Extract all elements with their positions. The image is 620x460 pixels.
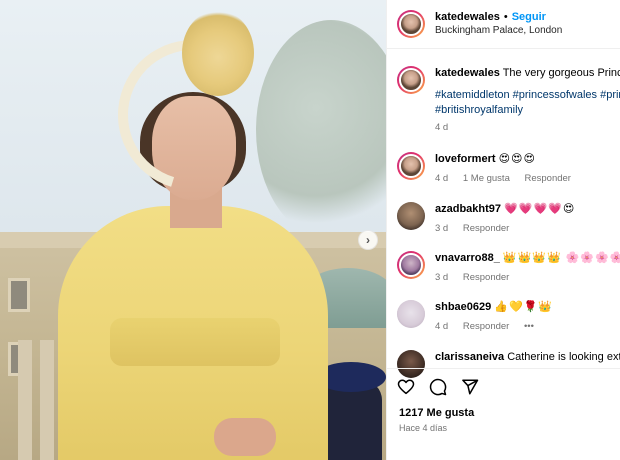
photo-column [40,340,54,460]
caption-hashtags[interactable]: #britishroyalfamily [435,103,620,118]
comment-icon[interactable] [429,378,447,396]
separator-dot: • [503,11,508,23]
comment-username[interactable]: shbae0629 [435,301,491,313]
comment-text: 💗💗💗💗😍 [504,203,576,215]
post-header: katedewales • Seguir Buckingham Palace, Lo… [397,10,620,38]
avatar[interactable] [397,202,425,230]
comment-text: 👍💛🌹👑 [494,301,554,313]
list-item: vnavarro88_ 👑👑👑👑 🌸🌸🌸🌸🌸 3 d Responder [397,251,620,283]
caption-age: 4 d [435,122,449,133]
caption-text: The very gorgeous Princess [502,67,620,79]
photo-hat-flower [182,10,254,96]
list-item: clarissaneiva Catherine is looking extre… [397,350,620,378]
post-actions [397,375,620,399]
comment-age: 3 d [435,223,449,234]
comment-username[interactable]: azadbakht97 [435,203,501,215]
avatar[interactable] [397,300,425,328]
comment-username[interactable]: vnavarro88_ [435,252,500,264]
comment-age: 4 d [435,173,449,184]
follow-button[interactable]: Seguir [512,11,546,23]
reply-button[interactable]: Responder [525,173,571,184]
post-caption: katedewales The very gorgeous Princess #… [397,66,620,133]
post-username[interactable]: katedewales [435,11,500,23]
post-side-panel: katedewales • Seguir Buckingham Palace, Lo… [386,0,620,460]
more-options-icon[interactable]: ••• [524,321,534,332]
list-item: shbae0629 👍💛🌹👑 4 d Responder ••• [397,300,620,332]
heart-icon[interactable] [397,378,415,396]
header-divider [387,48,620,49]
likes-count[interactable]: 1217 Me gusta [399,407,474,419]
comment-age: 4 d [435,321,449,332]
caption-username[interactable]: katedewales [435,67,500,79]
reply-button[interactable]: Responder [463,272,509,283]
list-item: azadbakht97 💗💗💗💗😍 3 d Responder [397,202,620,234]
comment-text: 😍😍😍 [498,153,536,165]
caption-hashtags[interactable]: #katemiddleton #princessofwales #princ [435,88,620,103]
photo-column [18,340,32,460]
comment-text: Catherine is looking extrem [507,351,620,363]
comment-username[interactable]: loveformert [435,153,496,165]
share-icon[interactable] [461,378,479,396]
reply-button[interactable]: Responder [463,321,509,332]
avatar[interactable] [397,251,425,279]
post-timestamp: Hace 4 días [399,423,448,433]
photo-coat-wrap [110,318,280,366]
actions-divider [387,368,620,369]
reply-button[interactable]: Responder [463,223,509,234]
avatar[interactable] [397,152,425,180]
photo-bystander [322,380,382,460]
post-location[interactable]: Buckingham Palace, London [435,24,562,38]
comment-username[interactable]: clarissaneiva [435,351,504,363]
photo-hands [214,418,276,456]
list-item: loveformert 😍😍😍 4 d 1 Me gusta Responder [397,152,620,184]
chevron-right-icon[interactable]: › [358,230,378,250]
avatar[interactable] [397,66,425,94]
post-photo[interactable]: › [0,0,386,460]
comment-likes[interactable]: 1 Me gusta [463,173,510,184]
comment-text: 👑👑👑👑 🌸🌸🌸🌸🌸 [502,252,620,264]
avatar[interactable] [397,350,425,378]
comment-age: 3 d [435,272,449,283]
avatar[interactable] [397,10,425,38]
